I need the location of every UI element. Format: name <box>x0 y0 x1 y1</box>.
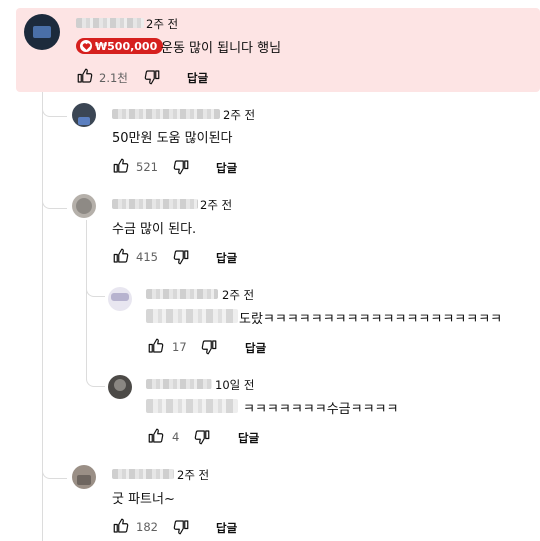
author-name-blurred[interactable] <box>146 379 212 389</box>
timestamp[interactable]: 2주 전 <box>222 287 254 303</box>
thumb-down-icon[interactable] <box>200 338 218 356</box>
timestamp[interactable]: 10일 전 <box>215 377 254 393</box>
thumb-down-icon[interactable] <box>143 68 161 86</box>
thumb-up-icon[interactable] <box>147 427 165 445</box>
avatar[interactable] <box>72 465 96 489</box>
heart-donation-icon <box>80 40 92 52</box>
comment-text: 50만원 도움 많이된다 <box>112 131 233 146</box>
reply-button[interactable]: 답글 <box>216 160 237 176</box>
thumb-down-icon[interactable] <box>172 248 190 266</box>
like-count: 17 <box>172 340 187 354</box>
thumb-up-icon[interactable] <box>147 337 165 355</box>
thumb-down-icon[interactable] <box>172 518 190 536</box>
author-name-blurred[interactable] <box>112 109 220 119</box>
reply-button[interactable]: 답글 <box>216 250 237 266</box>
thread-connector <box>86 280 105 297</box>
thread-connector <box>42 460 67 479</box>
like-count: 182 <box>136 520 158 534</box>
reply-button[interactable]: 답글 <box>245 340 266 356</box>
timestamp[interactable]: 2주 전 <box>177 467 209 483</box>
thumb-up-icon[interactable] <box>112 247 130 265</box>
thumb-up-icon[interactable] <box>112 157 130 175</box>
reply-button[interactable]: 답글 <box>187 70 208 86</box>
thumb-up-icon[interactable] <box>112 517 130 535</box>
comment-text: 도랐ㅋㅋㅋㅋㅋㅋㅋㅋㅋㅋㅋㅋㅋㅋㅋㅋㅋㅋㅋㅋ <box>239 312 503 327</box>
like-count: 2.1천 <box>99 71 128 85</box>
like-count: 415 <box>136 250 158 264</box>
thread-connector <box>42 98 67 117</box>
timestamp[interactable]: 2주 전 <box>223 107 255 123</box>
donation-amount: ₩500,000 <box>95 39 158 53</box>
comment-text: 운동 많이 됩니다 행님 <box>161 41 282 56</box>
avatar[interactable] <box>108 375 132 399</box>
mention-blurred[interactable] <box>146 399 238 413</box>
like-count: 521 <box>136 160 158 174</box>
thread-line-nested <box>86 220 87 380</box>
thread-connector <box>86 370 105 387</box>
comment-text: 굿 파트너~ <box>112 492 175 507</box>
author-name-blurred[interactable] <box>112 469 174 479</box>
author-name-blurred[interactable] <box>76 18 144 28</box>
thumb-down-icon[interactable] <box>172 158 190 176</box>
like-count: 4 <box>172 430 180 444</box>
timestamp[interactable]: 2주 전 <box>146 16 178 32</box>
comment-text: 수금 많이 된다. <box>112 222 197 237</box>
reply-button[interactable]: 답글 <box>216 520 237 536</box>
author-name-blurred[interactable] <box>112 199 198 209</box>
avatar[interactable] <box>72 103 96 127</box>
reply-button[interactable]: 답글 <box>238 430 259 446</box>
avatar[interactable] <box>72 194 96 218</box>
timestamp[interactable]: 2주 전 <box>200 197 232 213</box>
thumb-down-icon[interactable] <box>193 428 211 446</box>
author-name-blurred[interactable] <box>146 289 218 299</box>
thread-connector <box>42 190 67 209</box>
mention-blurred[interactable] <box>146 309 238 323</box>
comment-text: ㅋㅋㅋㅋㅋㅋㅋ수금ㅋㅋㅋㅋ <box>243 402 399 417</box>
donation-badge: ₩500,000 <box>76 38 164 54</box>
avatar[interactable] <box>24 14 60 50</box>
avatar[interactable] <box>108 287 132 311</box>
thumb-up-icon[interactable] <box>76 67 94 85</box>
